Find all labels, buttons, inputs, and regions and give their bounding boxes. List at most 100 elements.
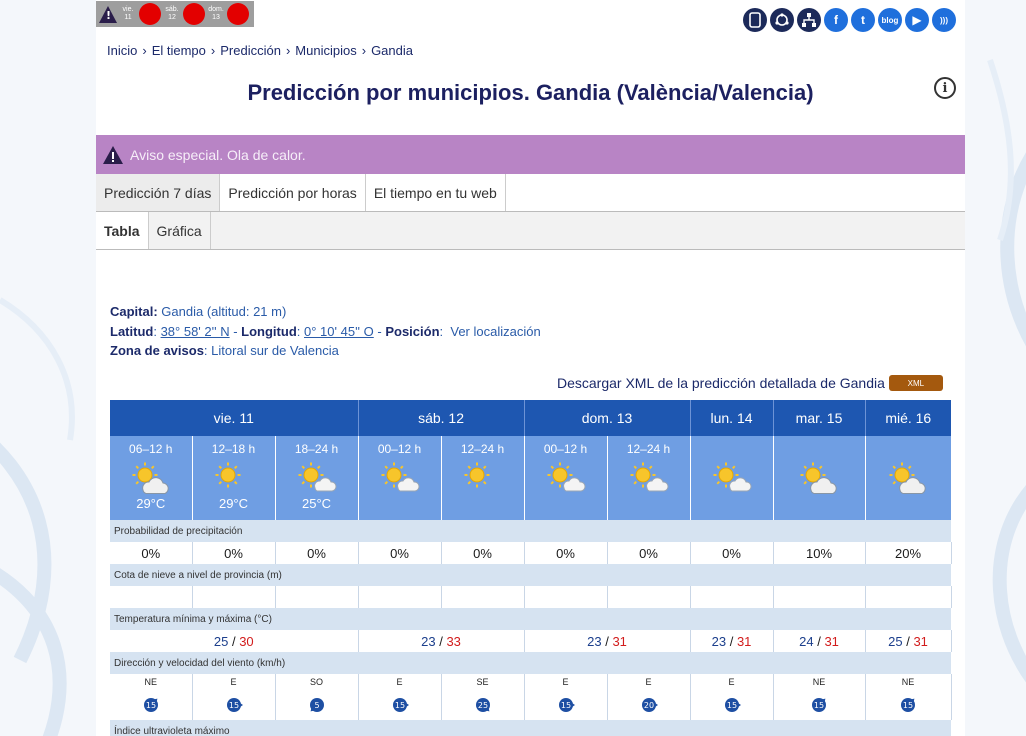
snow-value [607,586,691,608]
wind-arrow-icon: 15 [812,698,827,712]
precip-label-row: Probabilidad de precipitación [110,520,952,542]
sun-cloud-icon [547,462,586,492]
longitude-value[interactable]: 0° 10' 45'' O [304,324,374,339]
warning-zone-value[interactable]: Litoral sur de Valencia [211,343,339,358]
breadcrumb-separator: › [142,43,147,58]
tab-tiempo-en-tu-web[interactable]: El tiempo en tu web [366,174,506,211]
breadcrumb-gandia[interactable]: Gandia [371,43,413,58]
capital-label: Capital: [110,304,158,319]
alert-day-name: vie. [122,6,134,13]
periods-row: 06–12 h 29°C 12–18 h 29°C 18–24 h 25°C 00–12 h… [110,436,952,520]
alert-day-name: dom. [208,6,224,13]
wind-cell: NE 15 [773,674,866,720]
snow-label: Cota de nieve a nivel de provincia (m) [110,564,952,586]
xml-download[interactable]: Descargar XML de la predicción detallada… [557,375,943,391]
subtab-grafica[interactable]: Gráfica [149,212,211,249]
temp-max: 31 [612,633,627,649]
breadcrumb-inicio[interactable]: Inicio [107,43,137,58]
blog-icon[interactable]: blog [878,8,902,32]
capital-line: Capital: Gandia (altitud: 21 m) [110,302,541,322]
wind-direction: SE [476,677,489,687]
alert-day-number: 13 [212,14,220,21]
temp-label: Temperatura mínima y máxima (°C) [110,608,952,630]
breadcrumb-prediccion[interactable]: Predicción [220,43,281,58]
snow-values-row [110,586,952,608]
temp-max: 31 [736,633,752,649]
wind-cell: SE 25 [441,674,525,720]
period-time [866,442,952,456]
period-temp: 29°C [136,496,166,511]
temp-min: 23 [587,633,602,649]
rss-icon[interactable]: ))) [932,8,956,32]
xml-badge[interactable]: XML [888,375,943,391]
wind-arrow-icon: 25 [475,698,490,712]
day-header: mié. 16 [865,400,952,436]
snow-value [192,586,276,608]
latitude-label: Latitud [110,323,154,339]
subtab-tabla[interactable]: Tabla [96,212,149,249]
temp-values-row: 25 / 30 23 / 33 23 / 31 23 / 31 24 / 31 25 / … [110,630,952,652]
wind-direction: NE [901,677,915,687]
sunny-icon [464,462,490,488]
special-warning-banner[interactable]: Aviso especial. Ola de calor. [96,135,965,174]
view-location-link[interactable]: Ver localización [450,324,540,339]
twitter-icon[interactable]: t [851,8,875,32]
label-colon: : [153,323,157,339]
info-icon[interactable]: i [934,77,956,99]
period-time [774,442,865,456]
sitemap-icon[interactable] [797,8,821,32]
precip-value: 10% [773,542,866,564]
wind-speed: 15 [814,701,824,710]
temp-min: 23 [711,633,727,649]
wind-direction: E [562,677,569,687]
partly-cloudy-icon [132,462,169,494]
alert-day[interactable]: dom. 13 [207,3,249,25]
wind-direction: E [396,677,403,687]
social-links: f t blog ▶ ))) [743,8,956,32]
alert-day[interactable]: vie. 11 [119,3,161,25]
alert-day[interactable]: sáb. 12 [163,3,205,25]
precip-value: 0% [275,542,359,564]
label-colon: : [203,343,208,358]
breadcrumb-separator: › [210,43,216,58]
mobile-icon[interactable] [743,8,767,32]
position-label: Posición [385,323,440,339]
period-cell [865,436,952,520]
breadcrumb-separator: › [285,43,291,58]
days-header-row: vie. 11 sáb. 12 dom. 13 lun. 14 mar. 15 … [110,400,952,436]
wind-cell: E 15 [690,674,774,720]
precip-value: 20% [865,542,952,564]
latitude-value[interactable]: 38° 58' 2'' N [161,324,230,339]
snow-value [524,586,608,608]
wind-direction: E [728,677,735,687]
tab-prediccion-por-horas[interactable]: Predicción por horas [220,174,366,211]
precip-values-row: 0% 0% 0% 0% 0% 0% 0% 0% 10% 20% [110,542,952,564]
facebook-icon[interactable]: f [824,8,848,32]
youtube-icon[interactable]: ▶ [905,8,929,32]
breadcrumb-municipios[interactable]: Municipios [295,43,356,58]
period-time: 12–18 h [211,442,256,456]
period-cell: 12–18 h 29°C [192,436,276,520]
snow-value [275,586,359,608]
location-info: Capital: Gandia (altitud: 21 m) Latitud:… [110,302,541,361]
wind-label-row: Dirección y velocidad del viento (km/h) [110,652,952,674]
breadcrumb-el-tiempo[interactable]: El tiempo [152,43,206,58]
network-icon[interactable] [770,8,794,32]
wind-speed: 15 [228,701,238,710]
alert-day-name: sáb. [165,6,179,13]
capital-value: Gandia (altitud: 21 m) [161,304,287,319]
warning-icon [103,145,123,164]
tab-prediccion-7-dias[interactable]: Predicción 7 días [96,174,221,211]
wind-speed: 15 [560,701,570,710]
wind-arrow-icon: 15 [901,698,916,712]
alert-strip[interactable]: vie.11 sáb.12 dom.13 [96,1,254,27]
period-time: 18–24 h [294,442,339,456]
period-cell: 00–12 h [524,436,608,520]
xml-download-text[interactable]: Descargar XML de la predicción detallada… [557,375,885,391]
longitude-label: Longitud [241,323,297,339]
wind-direction: E [645,677,652,687]
temp-sep: / [601,633,613,649]
precip-value: 0% [110,542,193,564]
wind-cell: E 15 [524,674,608,720]
precip-value: 0% [192,542,276,564]
